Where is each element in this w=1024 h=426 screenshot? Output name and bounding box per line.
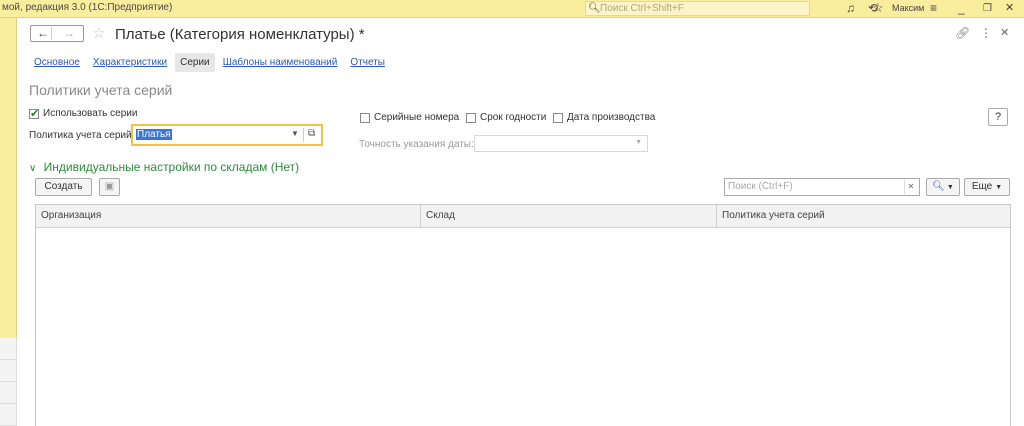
table-header: Организация Склад Политика учета серий [36,205,1010,228]
nav-buttons: ← → [30,25,84,42]
serial-numbers-checkbox[interactable]: Серийные номера [360,112,459,123]
table-search-placeholder: Поиск (Ctrl+F) [728,181,793,192]
copy-button[interactable]: ▣ [99,178,120,196]
create-button[interactable]: Создать [35,178,92,196]
minimize-icon[interactable]: _ [958,1,965,15]
warehouse-group-title[interactable]: ∨ Индивидуальные настройки по складам (Н… [29,160,299,174]
table-search-input[interactable]: Поиск (Ctrl+F) ✕ [724,178,920,196]
left-panel-strip [0,18,17,338]
use-series-label: Использовать серии [43,108,138,119]
page-title: Платье (Категория номенклатуры) * [115,26,365,43]
checkbox-unchecked-icon [360,112,370,123]
favorite-star-icon[interactable]: ☆ [92,24,105,42]
left-panel-cells [0,338,17,426]
column-header-policy[interactable]: Политика учета серий [717,205,1010,227]
expiry-label: Срок годности [480,112,547,123]
search-button[interactable]: 🔍︎ ▼ [926,178,960,196]
help-button[interactable]: ? [988,108,1008,126]
search-icon: 🔍︎ [932,181,945,192]
window-close-icon[interactable]: ✕ [1005,1,1014,14]
checkbox-unchecked-icon [466,112,476,123]
forward-arrow-icon[interactable]: → [63,26,75,41]
search-icon: 🔍︎ [588,3,601,14]
date-precision-label: Точность указания даты: [359,139,474,150]
checkbox-checked-icon [29,107,39,120]
bell-icon[interactable]: ♫ [846,1,855,15]
expiry-checkbox[interactable]: Срок годности [466,112,546,123]
policy-select[interactable]: Платья ▼ ⧉ [131,124,323,146]
nav-divider [51,27,52,40]
back-arrow-icon[interactable]: ← [37,26,49,41]
open-form-icon[interactable]: ⧉ [308,128,315,139]
tab-series[interactable]: Серии [175,53,215,72]
dropdown-arrow-icon[interactable]: ▼ [291,129,299,138]
menu-icon[interactable]: ≡ [930,1,937,15]
section-title: Политики учета серий [29,82,173,98]
tab-reports[interactable]: Отчеты [345,53,390,72]
user-name[interactable]: Максим [892,3,924,13]
production-date-label: Дата производства [567,112,656,123]
input-divider [303,128,304,142]
more-button[interactable]: Еще ▼ [964,178,1010,196]
serial-numbers-label: Серийные номера [374,112,460,123]
dropdown-arrow-icon[interactable]: ▼ [635,139,642,146]
more-label: Еще [971,181,993,192]
column-header-warehouse[interactable]: Склад [421,205,717,227]
column-header-organization[interactable]: Организация [36,205,421,227]
policy-label: Политика учета серий: [29,130,135,141]
tab-main[interactable]: Основное [29,53,85,72]
global-search-placeholder: Поиск Ctrl+Shift+F [600,3,684,14]
tab-characteristics[interactable]: Характеристики [88,53,172,72]
warehouse-settings-table[interactable]: Организация Склад Политика учета серий [35,204,1011,426]
tab-name-templates[interactable]: Шаблоны наименований [218,53,343,72]
link-icon[interactable]: 🔗︎ [955,26,970,40]
copy-icon: ▣ [104,181,115,192]
more-vertical-icon[interactable]: ⋮ [980,26,992,40]
dropdown-arrow-icon: ▼ [946,184,954,191]
close-icon[interactable]: ✕ [1000,26,1009,39]
app-titlebar: мой, редакция 3.0 (1С:Предприятие) 🔍︎ По… [0,0,1024,18]
checkbox-unchecked-icon [553,112,563,123]
production-date-checkbox[interactable]: Дата производства [553,112,655,123]
restore-icon[interactable]: ❐ [983,3,992,14]
clear-icon[interactable]: ✕ [904,180,917,194]
form-tabs: Основное Характеристики Серии Шаблоны на… [29,53,390,73]
warehouse-group-label: Индивидуальные настройки по складам (Нет… [43,160,300,174]
favorites-star-icon[interactable]: ☆ [872,0,884,16]
global-search-input[interactable]: 🔍︎ Поиск Ctrl+Shift+F [585,1,810,16]
date-precision-select[interactable]: ▼ [474,135,648,152]
app-title: мой, редакция 3.0 (1С:Предприятие) [2,2,173,13]
policy-value: Платья [136,129,172,140]
use-series-checkbox[interactable]: Использовать серии [29,107,138,120]
dropdown-arrow-icon: ▼ [995,184,1003,191]
chevron-down-icon: ∨ [29,163,37,174]
